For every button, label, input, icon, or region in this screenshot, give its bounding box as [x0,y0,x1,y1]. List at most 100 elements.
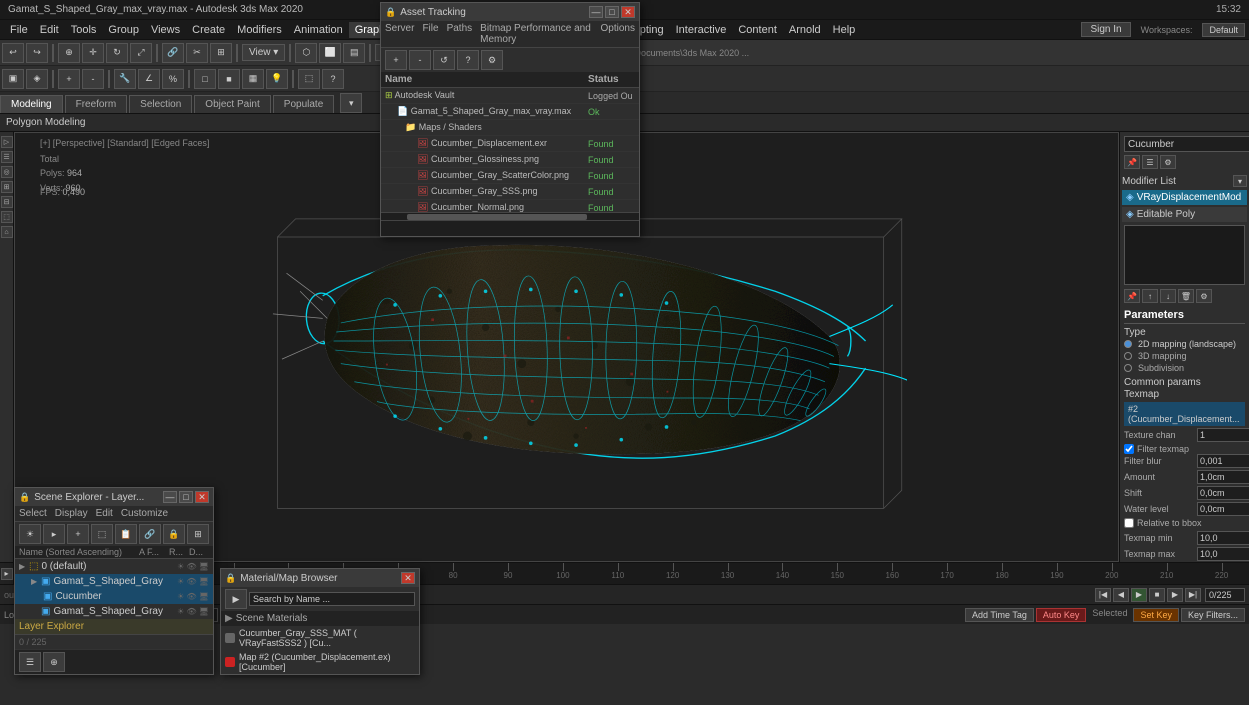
modifier-item-editable-poly[interactable]: ◈ Editable Poly [1122,207,1247,222]
water-level-input[interactable] [1197,502,1249,516]
select-btn[interactable]: ⊕ [58,43,80,63]
asset-panel-minimize[interactable]: — [589,6,603,18]
move-btn[interactable]: ✛ [82,43,104,63]
tab-freeform[interactable]: Freeform [65,95,128,113]
sign-in-button[interactable]: Sign In [1081,22,1130,37]
table-row[interactable]: 🖼 Cucumber_Displacement.exr Found [381,136,639,152]
view-dropdown[interactable]: View ▾ [242,44,285,61]
asset-help-btn[interactable]: ? [457,50,479,70]
go-start-btn[interactable]: |◀ [1095,588,1111,602]
asset-menu-bitmap[interactable]: Bitmap Performance and Memory [480,23,592,45]
side-tool-7[interactable]: ⌂ [1,226,13,238]
scene-item-cucumber[interactable]: ▣ Cucumber ☀ 👁 🖥 [15,589,213,604]
persp-btn[interactable]: ◈ [26,69,48,89]
material-section[interactable]: ▶ Scene Materials [221,611,419,626]
scene-bottom-btn-1[interactable]: ☰ [19,652,41,672]
type-radio-subdiv[interactable] [1124,364,1132,372]
asset-add-btn[interactable]: + [385,50,407,70]
options-icon[interactable]: ⚙ [1160,155,1176,169]
set-key-btn[interactable]: Set Key [1133,608,1179,622]
menu-group[interactable]: Group [102,22,145,38]
scene-panel-close[interactable]: ✕ [195,491,209,503]
asset-menu-server[interactable]: Server [385,23,414,45]
list-icon[interactable]: ☰ [1142,155,1158,169]
texmap-max-input[interactable] [1197,547,1249,561]
scene-item-gamat-1[interactable]: ▶ ▣ Gamat_S_Shaped_Gray ☀ 👁 🖥 [15,574,213,589]
menu-content[interactable]: Content [732,22,783,38]
pin-icon[interactable]: 📌 [1124,155,1140,169]
stop-btn[interactable]: ■ [1149,588,1165,602]
menu-modifiers[interactable]: Modifiers [231,22,288,38]
prev-frame-btn[interactable]: ◀ [1113,588,1129,602]
menu-arnold[interactable]: Arnold [783,22,827,38]
type-radio-2d[interactable] [1124,340,1132,348]
texmap-value[interactable]: #2 (Cucumber_Displacement... [1124,402,1245,426]
menu-help[interactable]: Help [827,22,862,38]
snap-btn[interactable]: 🔧 [114,69,136,89]
key-filters-btn[interactable]: Key Filters... [1181,608,1245,622]
tab-populate[interactable]: Populate [273,95,334,113]
cube-view-btn[interactable]: ▣ [2,69,24,89]
amount-input[interactable] [1197,470,1249,484]
scene-icon-btn-8[interactable]: ⊞ [187,524,209,544]
align-btn[interactable]: ▤ [343,43,365,63]
shift-input[interactable] [1197,486,1249,500]
side-tool-1[interactable]: ▷ [1,136,13,148]
play-btn[interactable]: ▶ [1131,588,1147,602]
scene-menu-select[interactable]: Select [19,508,47,519]
percent-snap-btn[interactable]: % [162,69,184,89]
scene-menu-edit[interactable]: Edit [96,508,113,519]
tab-object-paint[interactable]: Object Paint [194,95,270,113]
type-radio-3d[interactable] [1124,352,1132,360]
side-tool-5[interactable]: ⊟ [1,196,13,208]
layer-btn[interactable]: ⬚ [298,69,320,89]
side-tool-2[interactable]: ☰ [1,151,13,163]
pin-modifier-btn[interactable]: 📌 [1124,289,1140,303]
scene-icon-btn-2[interactable]: ▸ [43,524,65,544]
table-row[interactable]: 🖼 Cucumber_Gray_SSS.png Found [381,184,639,200]
filter-blur-input[interactable] [1197,454,1249,468]
delete-modifier-btn[interactable]: 🗑 [1178,289,1194,303]
timeline-toggle-btn[interactable]: ▸ [1,568,13,580]
move-up-btn[interactable]: ↑ [1142,289,1158,303]
texmap-min-input[interactable] [1197,531,1249,545]
material-panel-close[interactable]: ✕ [401,572,415,584]
modifier-search-input[interactable] [1124,136,1249,152]
table-row[interactable]: 📁 Maps / Shaders [381,120,639,136]
scene-panel-minimize[interactable]: — [163,491,177,503]
zoom-in-btn[interactable]: + [58,69,80,89]
go-end-btn[interactable]: ▶| [1185,588,1201,602]
more-tabs-btn[interactable]: ▾ [340,93,362,113]
scene-icon-btn-7[interactable]: 🔒 [163,524,185,544]
config-btn[interactable]: ⚙ [1196,289,1212,303]
wire-btn[interactable]: □ [194,69,216,89]
bind-space-btn[interactable]: ⊞ [210,43,232,63]
menu-interactive[interactable]: Interactive [670,22,733,38]
unlink-btn[interactable]: ✂ [186,43,208,63]
frame-input[interactable] [1205,588,1245,602]
redo-btn[interactable]: ↪ [26,43,48,63]
filter-texmap-checkbox[interactable] [1124,444,1134,454]
menu-file[interactable]: File [4,22,34,38]
scene-item-gamat-2[interactable]: ▣ Gamat_S_Shaped_Gray ☀ 👁 🖥 [15,604,213,619]
scene-icon-btn-5[interactable]: 📋 [115,524,137,544]
modifier-list-dropdown[interactable]: ▾ [1233,175,1247,187]
relative-bbox-checkbox[interactable] [1124,518,1134,528]
texture-chan-input[interactable] [1197,428,1249,442]
scene-icon-btn-4[interactable]: ⬚ [91,524,113,544]
table-row[interactable]: 📄 Gamat_5_Shaped_Gray_max_vray.max Ok [381,104,639,120]
link-btn[interactable]: 🔗 [162,43,184,63]
scene-menu-customize[interactable]: Customize [121,508,168,519]
side-tool-6[interactable]: ⬚ [1,211,13,223]
table-row[interactable]: 🖼 Cucumber_Glossiness.png Found [381,152,639,168]
next-frame-btn[interactable]: ▶ [1167,588,1183,602]
scene-icon-btn-1[interactable]: ☀ [19,524,41,544]
tab-selection[interactable]: Selection [129,95,192,113]
table-row[interactable]: 🖼 Cucumber_Gray_ScatterColor.png Found [381,168,639,184]
scene-bottom-btn-2[interactable]: ⊕ [43,652,65,672]
menu-views[interactable]: Views [145,22,186,38]
table-row[interactable]: ⊞ Autodesk Vault Logged Ou [381,88,639,104]
help-icon-btn[interactable]: ? [322,69,344,89]
asset-remove-btn[interactable]: - [409,50,431,70]
asset-menu-paths[interactable]: Paths [447,23,473,45]
